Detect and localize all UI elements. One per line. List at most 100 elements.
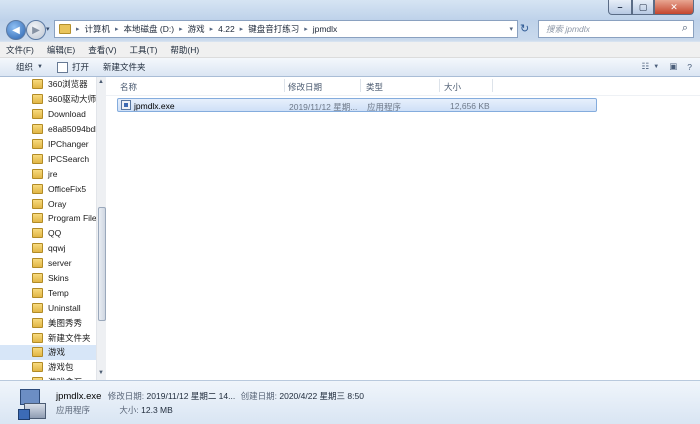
breadcrumb-jpmdlx[interactable]: jpmdlx	[313, 24, 338, 34]
search-icon[interactable]: ⌕	[682, 22, 688, 35]
breadcrumb-4-22[interactable]: 4.22	[218, 24, 235, 34]
column-divider[interactable]	[284, 79, 285, 92]
sidebar-folder-item[interactable]: 新建文件夹	[0, 330, 96, 345]
view-options-icon[interactable]: ☷	[642, 61, 650, 72]
sidebar-folder-item[interactable]: 360驱动大师目	[0, 92, 96, 107]
column-size[interactable]: 大小	[444, 81, 461, 93]
folder-icon	[32, 124, 43, 135]
column-date[interactable]: 修改日期	[288, 81, 322, 93]
created-label: 创建日期:	[240, 391, 277, 401]
help-icon[interactable]: ?	[687, 62, 692, 72]
open-icon	[56, 61, 68, 73]
menu-help[interactable]: 帮助(H)	[170, 44, 199, 56]
sidebar-folder-item[interactable]: Program Files	[0, 211, 96, 226]
sidebar-folder-item[interactable]: qqwj	[0, 241, 96, 256]
folder-icon	[32, 362, 43, 373]
column-divider[interactable]	[492, 79, 493, 92]
sidebar-folder-item[interactable]: OfficeFix5	[0, 181, 96, 196]
minimize-button[interactable]: –	[608, 0, 632, 15]
address-bar[interactable]: ▸ 计算机 ▸ 本地磁盘 (D:) ▸ 游戏 ▸ 4.22 ▸ 键盘音打练习 ▸…	[54, 20, 518, 38]
folder-icon	[32, 273, 43, 284]
sidebar-folder-label: 360浏览器	[48, 79, 88, 90]
column-divider[interactable]	[360, 79, 361, 92]
sidebar-folder-item[interactable]: Oray	[0, 196, 96, 211]
scroll-up-icon[interactable]: ▲	[98, 79, 104, 85]
sidebar-folder-label: 游戏包	[48, 362, 74, 373]
preview-pane-icon[interactable]: ▣	[669, 61, 677, 72]
back-button[interactable]: ◀	[6, 20, 26, 40]
folder-icon	[32, 243, 43, 254]
sidebar-folder-label: Program Files	[48, 213, 96, 224]
sidebar-folder-label: Temp	[48, 287, 69, 298]
view-dropdown-icon[interactable]: ▼	[653, 64, 659, 70]
sidebar-folder-label: jre	[48, 168, 58, 179]
file-name: jpmdlx.exe	[134, 101, 175, 111]
organize-button[interactable]: 组织 ▼	[16, 61, 43, 73]
close-button[interactable]: ✕	[654, 0, 694, 15]
scroll-down-icon[interactable]: ▼	[98, 370, 104, 376]
breadcrumb-typing-practice[interactable]: 键盘音打练习	[248, 23, 299, 35]
chevron-down-icon: ▼	[37, 64, 43, 70]
folder-icon	[32, 258, 43, 269]
file-row[interactable]: jpmdlx.exe 2019/11/12 星期... 应用程序 12,656 …	[117, 98, 597, 112]
sidebar-folder-item[interactable]: Skins	[0, 271, 96, 286]
open-button[interactable]: 打开	[56, 61, 89, 73]
recent-pages-dropdown[interactable]: ▾	[46, 25, 50, 33]
menu-bar: 文件(F) 编辑(E) 查看(V) 工具(T) 帮助(H)	[0, 42, 700, 58]
menu-view[interactable]: 查看(V)	[88, 44, 116, 56]
sidebar-folder-item[interactable]: 游戏包	[0, 360, 96, 375]
new-folder-button[interactable]: 新建文件夹	[103, 61, 146, 73]
sidebar-folder-item[interactable]: Download	[0, 107, 96, 122]
modified-value: 2019/11/12 星期二 14...	[146, 391, 236, 401]
application-icon	[121, 100, 131, 110]
forward-button[interactable]: ▶	[26, 20, 46, 40]
folder-icon	[32, 302, 43, 313]
sidebar-folder-item[interactable]: 游戏	[0, 345, 96, 360]
folder-icon	[32, 317, 43, 328]
sidebar-folder-label: e8a85094bdb	[48, 124, 96, 135]
sidebar-folder-item[interactable]: Temp	[0, 285, 96, 300]
column-divider[interactable]	[439, 79, 440, 92]
breadcrumb-drive-d[interactable]: 本地磁盘 (D:)	[124, 23, 175, 35]
breadcrumb-separator: ▸	[115, 26, 119, 33]
folder-icon	[32, 228, 43, 239]
sidebar-folder-label: QQ	[48, 228, 62, 239]
column-type[interactable]: 类型	[366, 81, 383, 93]
column-name[interactable]: 名称	[120, 81, 137, 93]
search-input[interactable]	[544, 23, 674, 35]
sidebar-folder-item[interactable]: Uninstall	[0, 300, 96, 315]
sidebar-folder-item[interactable]: IPChanger	[0, 137, 96, 152]
sidebar-folder-item[interactable]: IPCSearch	[0, 151, 96, 166]
window-controls: – ▢ ✕	[608, 0, 694, 15]
sidebar-folder-label: Skins	[48, 273, 69, 284]
file-type: 应用程序	[367, 102, 402, 112]
sidebar-folder-item[interactable]: 美图秀秀	[0, 315, 96, 330]
folder-icon	[32, 168, 43, 179]
details-pane: jpmdlx.exe 修改日期: 2019/11/12 星期二 14... 创建…	[0, 380, 700, 424]
menu-edit[interactable]: 编辑(E)	[47, 44, 75, 56]
breadcrumb-games[interactable]: 游戏	[188, 23, 205, 35]
details-file-name: jpmdlx.exe	[56, 391, 102, 402]
back-arrow-icon: ◀	[12, 24, 20, 36]
menu-tools[interactable]: 工具(T)	[130, 44, 158, 56]
scrollbar-thumb[interactable]	[98, 207, 106, 321]
organize-label: 组织	[16, 62, 34, 72]
folder-tree: 360浏览器 360驱动大师目 Download e8a85094bdb IPChang…	[0, 77, 96, 380]
sidebar-folder-item[interactable]: server	[0, 256, 96, 271]
address-dropdown-icon[interactable]: ▾	[509, 25, 513, 33]
navigation-row: ◀ ▶ ▾ ▸ 计算机 ▸ 本地磁盘 (D:) ▸ 游戏 ▸ 4.22 ▸ 键盘…	[0, 18, 700, 42]
size-value: 12.3 MB	[141, 405, 173, 415]
sidebar-folder-item[interactable]: e8a85094bdb	[0, 122, 96, 137]
search-box[interactable]: ⌕	[538, 20, 694, 38]
explorer-window: – ▢ ✕ ◀ ▶ ▾ ▸ 计算机 ▸ 本地磁盘 (D:) ▸ 游戏 ▸ 4.2…	[0, 0, 700, 424]
menu-file[interactable]: 文件(F)	[6, 44, 34, 56]
file-size: 12,656 KB	[450, 101, 490, 111]
sidebar-folder-label: Oray	[48, 198, 67, 209]
sidebar-folder-item[interactable]: 360浏览器	[0, 77, 96, 92]
sidebar-folder-item[interactable]: QQ	[0, 226, 96, 241]
maximize-button[interactable]: ▢	[632, 0, 654, 15]
sidebar-folder-label: 360驱动大师目	[48, 94, 96, 105]
sidebar-folder-item[interactable]: jre	[0, 166, 96, 181]
breadcrumb-computer[interactable]: 计算机	[85, 23, 111, 35]
refresh-icon[interactable]: ↻	[520, 22, 529, 35]
